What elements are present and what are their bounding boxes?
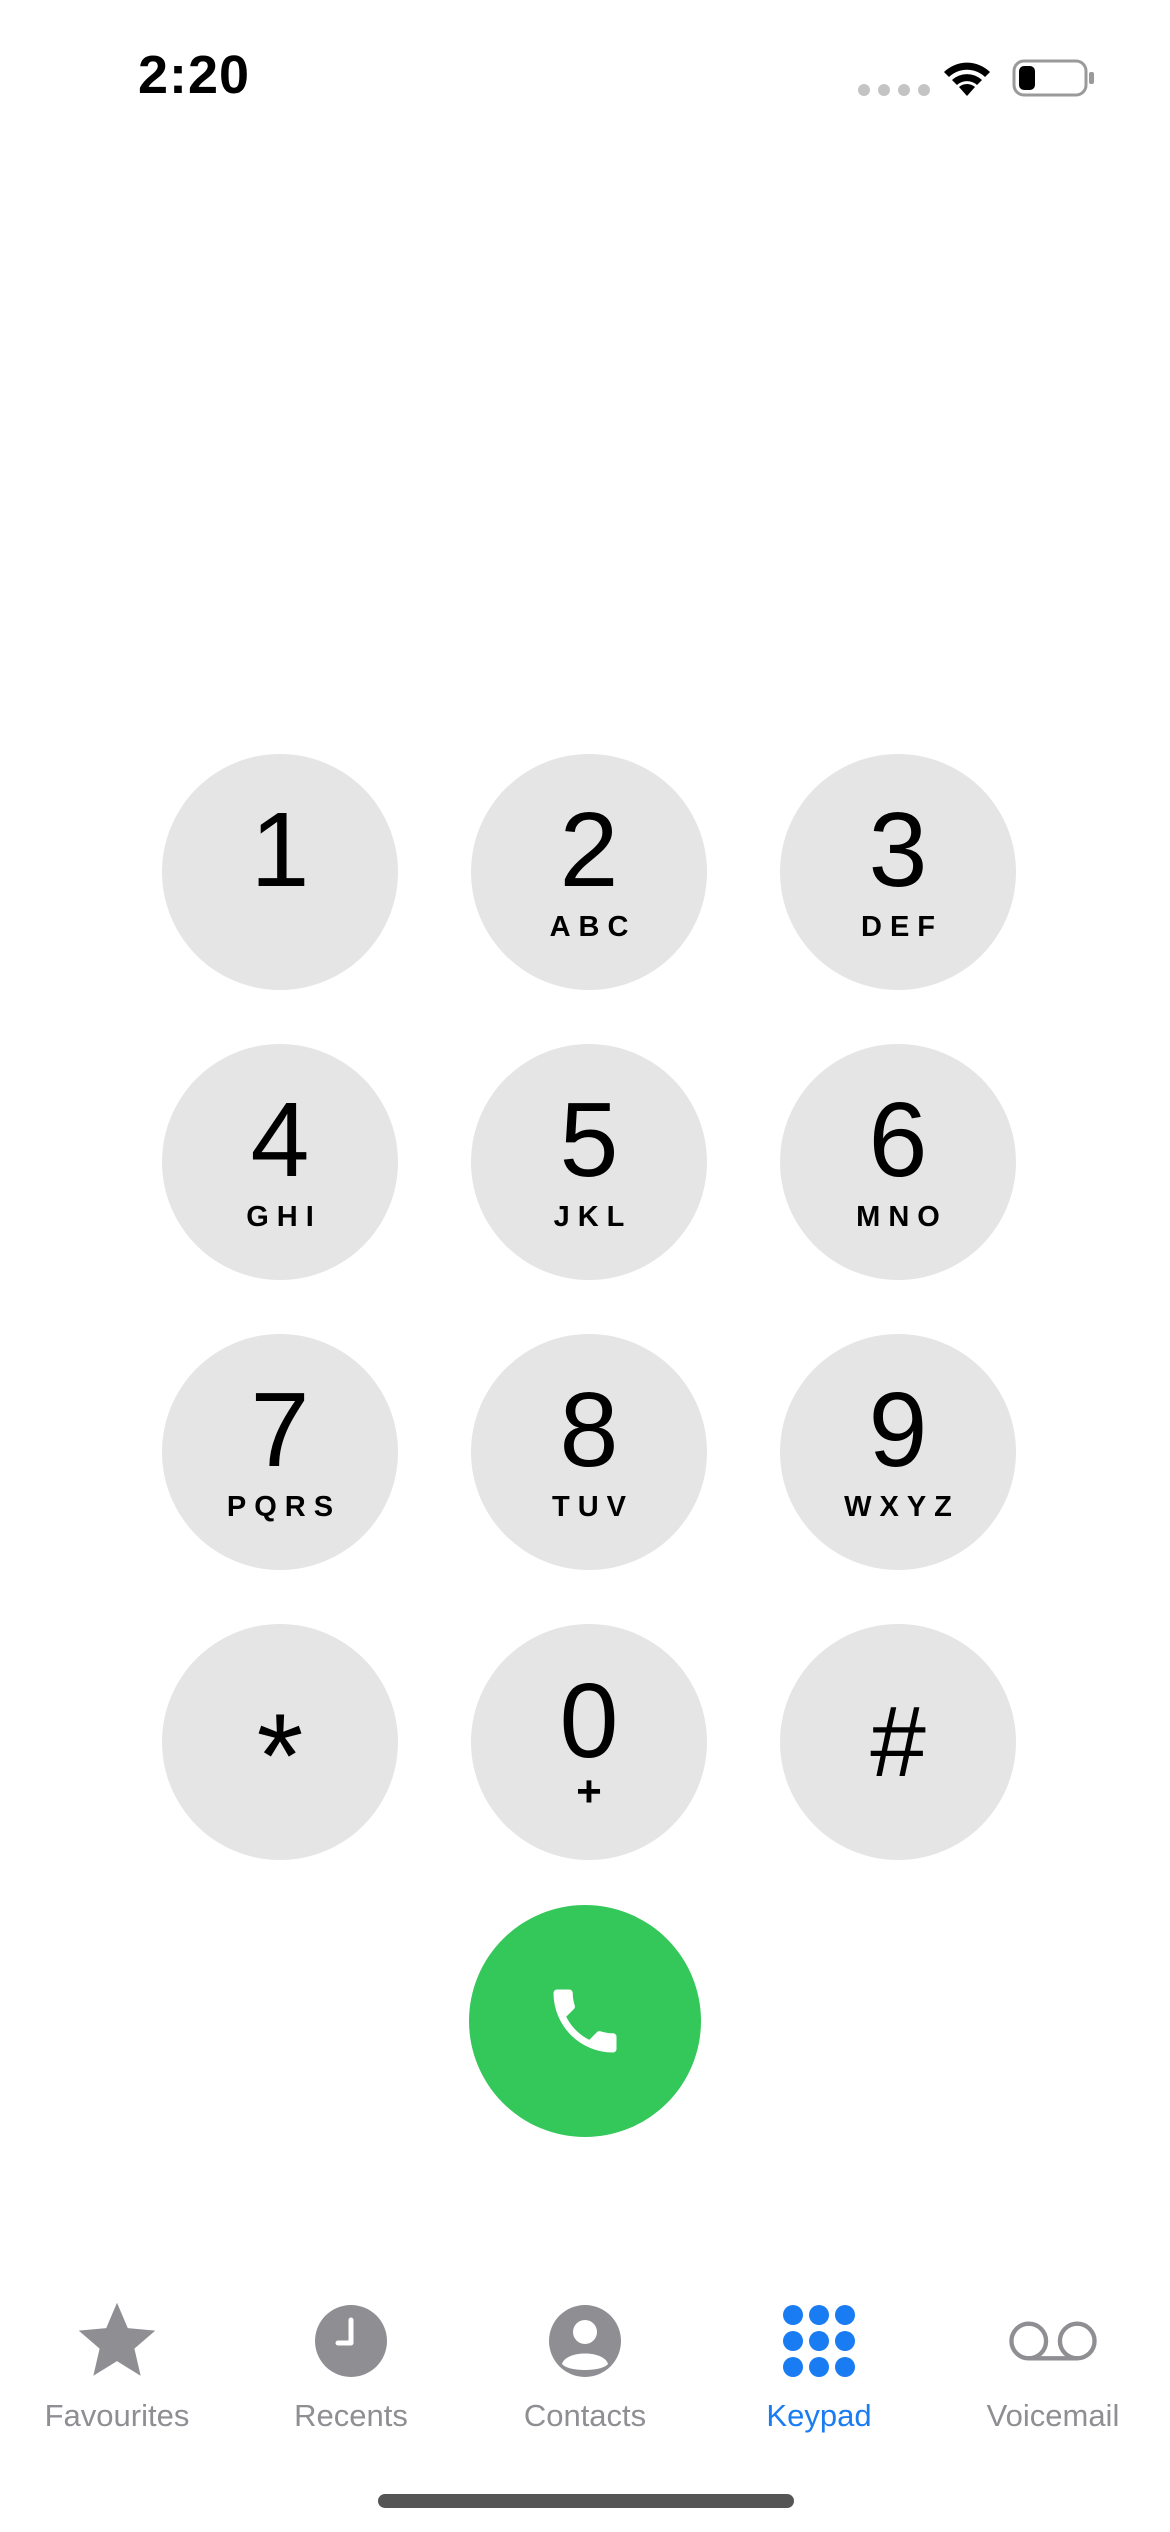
key-digit: 7 <box>250 1370 310 1489</box>
phone-icon <box>553 1989 617 2053</box>
key-letters: PQRS <box>226 1490 342 1523</box>
tab-label: Keypad <box>766 2398 872 2433</box>
key-digit: # <box>870 1686 926 1798</box>
key-letters: MNO <box>856 1200 948 1233</box>
tab-label: Voicemail <box>986 2398 1120 2433</box>
tab-contacts[interactable]: Contacts <box>468 2290 702 2450</box>
key-letters: WXYZ <box>844 1490 960 1523</box>
key-2[interactable]: 2 ABC <box>471 754 707 990</box>
key-digit: 2 <box>559 790 619 909</box>
key-digit: 6 <box>868 1080 928 1199</box>
key-digit: 3 <box>868 790 928 909</box>
tab-label: Recents <box>294 2398 408 2433</box>
dial-keypad: 1 2 ABC 3 DEF 4 GHI 5 JKL 6 MNO 7 PQRS 8… <box>0 0 1170 2532</box>
key-9[interactable]: 9 WXYZ <box>780 1334 1016 1570</box>
key-digit: 5 <box>559 1080 619 1199</box>
tab-label: Contacts <box>523 2398 647 2433</box>
tab-voicemail[interactable]: Voicemail <box>936 2290 1170 2450</box>
key-6[interactable]: 6 MNO <box>780 1044 1016 1280</box>
keypad-icon <box>783 2305 855 2377</box>
key-8[interactable]: 8 TUV <box>471 1334 707 1570</box>
star-icon <box>78 2302 156 2376</box>
key-letters: DEF <box>861 910 943 943</box>
key-3[interactable]: 3 DEF <box>780 754 1016 990</box>
key-digit: 0 <box>559 1662 619 1780</box>
key-digit: 4 <box>250 1080 310 1199</box>
key-0[interactable]: 0 + <box>471 1624 707 1860</box>
person-icon <box>549 2305 621 2377</box>
key-1[interactable]: 1 <box>162 754 398 990</box>
home-indicator[interactable] <box>378 2494 794 2508</box>
tab-bar: Favourites Recents Contacts Keypad Voice… <box>0 2290 1170 2450</box>
key-digit: 1 <box>250 790 310 909</box>
key-letters: GHI <box>246 1200 322 1233</box>
key-4[interactable]: 4 GHI <box>162 1044 398 1280</box>
clock-icon <box>315 2305 387 2377</box>
key-digit: 9 <box>868 1370 928 1489</box>
key-letters: ABC <box>549 910 637 943</box>
key-letters: + <box>576 1767 602 1816</box>
tab-favourites[interactable]: Favourites <box>0 2290 234 2450</box>
key-digit: * <box>256 1689 304 1823</box>
key-star[interactable]: * <box>162 1624 398 1860</box>
voicemail-icon <box>1009 2321 1097 2361</box>
key-5[interactable]: 5 JKL <box>471 1044 707 1280</box>
key-hash[interactable]: # <box>780 1624 1016 1860</box>
tab-recents[interactable]: Recents <box>234 2290 468 2450</box>
key-digit: 8 <box>559 1370 619 1489</box>
tab-keypad[interactable]: Keypad <box>702 2290 936 2450</box>
key-letters <box>276 913 284 942</box>
key-letters: JKL <box>553 1200 633 1233</box>
key-7[interactable]: 7 PQRS <box>162 1334 398 1570</box>
tab-label: Favourites <box>44 2398 190 2433</box>
key-letters: TUV <box>552 1490 634 1523</box>
call-button[interactable] <box>469 1905 701 2137</box>
